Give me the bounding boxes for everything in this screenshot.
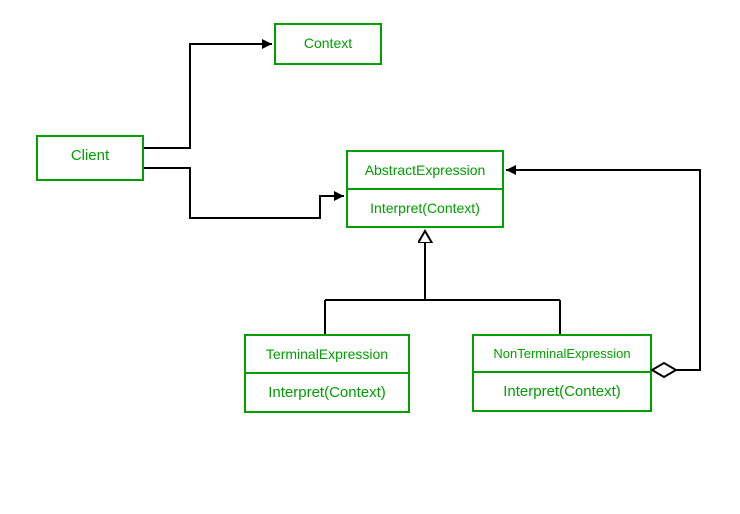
abstract-expression-title: AbstractExpression	[348, 152, 502, 188]
context-title: Context	[276, 25, 380, 61]
client-to-context-arrow	[144, 44, 272, 148]
terminal-expression-title: TerminalExpression	[246, 336, 408, 372]
terminal-expression-class-box: TerminalExpression Interpret(Context)	[244, 334, 410, 413]
abstract-expression-class-box: AbstractExpression Interpret(Context)	[346, 150, 504, 228]
client-title: Client	[38, 137, 142, 174]
abstract-expression-method: Interpret(Context)	[348, 188, 502, 226]
client-class-box: Client	[36, 135, 144, 181]
terminal-expression-method: Interpret(Context)	[246, 372, 408, 411]
nonterminal-expression-class-box: NonTerminalExpression Interpret(Context)	[472, 334, 652, 412]
connectors	[0, 0, 740, 514]
nonterminal-expression-title: NonTerminalExpression	[474, 336, 650, 371]
nonterminal-expression-method: Interpret(Context)	[474, 371, 650, 410]
context-class-box: Context	[274, 23, 382, 65]
composition-diamond	[652, 363, 676, 377]
client-to-abstract-arrow	[144, 168, 344, 218]
